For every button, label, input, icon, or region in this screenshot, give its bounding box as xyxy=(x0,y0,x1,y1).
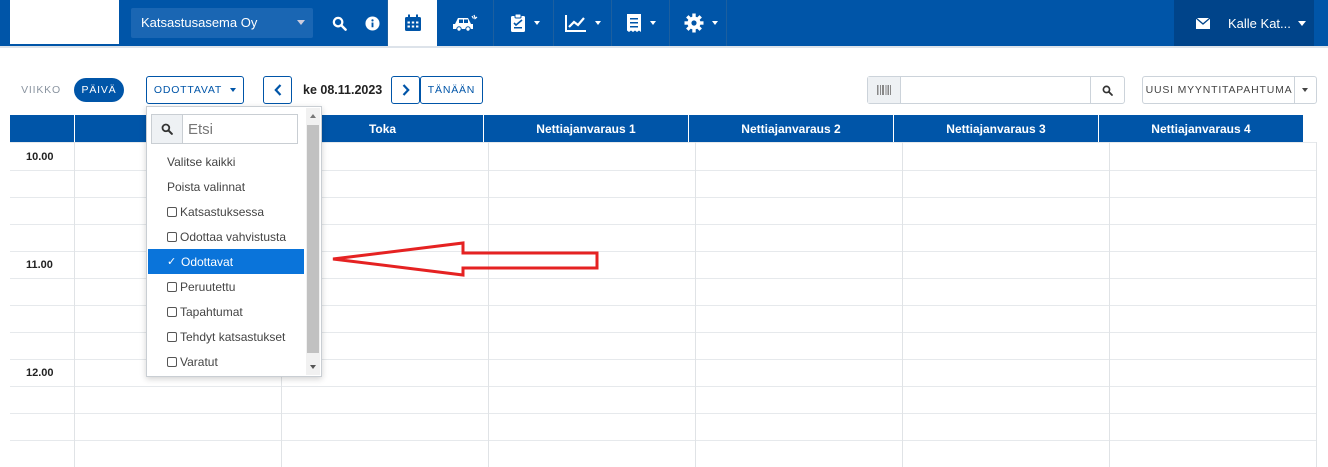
company-name: Katsastusasema Oy xyxy=(141,15,258,30)
grid-line xyxy=(695,142,696,467)
grid-line xyxy=(902,142,903,467)
time-label: 11.00 xyxy=(26,259,53,271)
gear-icon[interactable] xyxy=(676,0,726,46)
option-label: Peruutettu xyxy=(180,279,236,294)
option-label: Varatut xyxy=(180,354,218,369)
top-navbar: Katsastusasema Oy Kalle Kat... xyxy=(0,0,1328,48)
option-katsastuksessa[interactable]: Katsastuksessa xyxy=(148,199,304,224)
chevron-down-icon xyxy=(534,21,540,25)
car-icon[interactable] xyxy=(440,0,490,46)
option-peruutettu[interactable]: Peruutettu xyxy=(148,274,304,299)
column-header-nettiajanvaraus-2: Nettiajanvaraus 2 xyxy=(689,115,894,142)
column-header-nettiajanvaraus-3: Nettiajanvaraus 3 xyxy=(894,115,1099,142)
search-icon xyxy=(1102,85,1113,96)
scroll-down-icon[interactable] xyxy=(310,365,316,369)
user-name: Kalle Kat... xyxy=(1228,15,1291,31)
status-filter-label: ODOTTAVAT xyxy=(153,84,223,96)
chart-icon[interactable] xyxy=(558,0,608,46)
checkbox[interactable] xyxy=(167,281,177,292)
grid-line xyxy=(10,386,1316,387)
chevron-down-icon xyxy=(297,20,305,25)
today-button[interactable]: TÄNÄÄN xyxy=(420,76,483,104)
status-filter-dropdown: Valitse kaikki Poista valinnat Katsastuk… xyxy=(146,106,322,377)
nav-divider xyxy=(726,0,727,46)
checkmark-icon[interactable]: ✓ xyxy=(167,255,177,268)
scroll-up-icon[interactable] xyxy=(310,114,316,118)
option-label: Odottavat xyxy=(181,254,234,269)
grid-line xyxy=(1316,142,1317,467)
checkbox[interactable] xyxy=(167,306,177,317)
clipboard-icon[interactable] xyxy=(500,0,550,46)
search-icon xyxy=(152,115,183,143)
current-date: ke 08.11.2023 xyxy=(303,83,383,97)
option-tapahtumat[interactable]: Tapahtumat xyxy=(148,299,304,324)
navbar-shadow xyxy=(0,46,1328,48)
chevron-down-icon[interactable] xyxy=(1302,88,1308,92)
option-label: Tapahtumat xyxy=(180,304,243,319)
new-sale-button[interactable]: UUSI MYYNTITAPAHTUMA xyxy=(1143,77,1295,103)
dropdown-search xyxy=(151,114,298,144)
nav-divider xyxy=(553,0,554,46)
divider xyxy=(1294,77,1295,103)
time-label: 10.00 xyxy=(26,151,54,163)
select-all-label: Valitse kaikki xyxy=(167,154,236,169)
search-icon[interactable] xyxy=(326,0,352,46)
grid-line xyxy=(1109,142,1110,467)
nav-divider xyxy=(669,0,670,46)
select-all-option[interactable]: Valitse kaikki xyxy=(148,149,304,174)
status-filter-button[interactable]: ODOTTAVAT xyxy=(146,76,244,104)
option-tehdyt-katsastukset[interactable]: Tehdyt katsastukset xyxy=(148,324,304,349)
info-icon[interactable] xyxy=(360,0,384,46)
calendar-icon[interactable] xyxy=(388,0,437,46)
barcode-search-button[interactable] xyxy=(1090,77,1124,103)
scrollbar-thumb[interactable] xyxy=(307,125,319,353)
chevron-down-icon xyxy=(650,21,656,25)
option-odottaa-vahvistusta[interactable]: Odottaa vahvistusta xyxy=(148,224,304,249)
checkbox[interactable] xyxy=(167,206,177,217)
chevron-down-icon xyxy=(712,21,718,25)
grid-line xyxy=(74,142,75,467)
barcode-search xyxy=(867,76,1125,105)
chevron-left-icon xyxy=(273,84,281,96)
previous-day-button[interactable] xyxy=(263,76,292,104)
grid-line xyxy=(488,142,489,467)
option-varatut[interactable]: Varatut xyxy=(148,349,304,374)
grid-line xyxy=(10,413,1316,414)
week-view-button[interactable]: VIIKKO xyxy=(12,78,70,102)
option-label: Tehdyt katsastukset xyxy=(180,329,286,344)
nav-divider xyxy=(611,0,612,46)
day-view-button[interactable]: PÄIVÄ xyxy=(74,78,124,102)
barcode-input[interactable] xyxy=(901,77,1095,105)
column-header-nettiajanvaraus-4: Nettiajanvaraus 4 xyxy=(1099,115,1303,142)
option-odottavat[interactable]: ✓ Odottavat xyxy=(148,249,304,274)
time-label: 12.00 xyxy=(26,367,54,379)
chevron-down-icon xyxy=(1297,20,1306,26)
chevron-right-icon xyxy=(402,84,410,96)
checkbox[interactable] xyxy=(167,331,177,342)
chevron-down-icon xyxy=(595,21,601,25)
clear-all-label: Poista valinnat xyxy=(167,179,246,194)
nav-divider xyxy=(493,0,494,46)
checkbox[interactable] xyxy=(167,231,177,242)
time-column-header xyxy=(10,115,75,142)
new-sale-split-button: UUSI MYYNTITAPAHTUMA xyxy=(1142,76,1317,104)
barcode-icon[interactable] xyxy=(868,77,901,103)
grid-line xyxy=(10,440,1316,441)
next-day-button[interactable] xyxy=(391,76,420,104)
envelope-icon[interactable] xyxy=(1196,17,1210,29)
company-select[interactable]: Katsastusasema Oy xyxy=(131,8,313,38)
clear-all-option[interactable]: Poista valinnat xyxy=(148,174,304,199)
checkbox[interactable] xyxy=(167,356,177,367)
option-label: Katsastuksessa xyxy=(180,204,265,219)
receipt-icon[interactable] xyxy=(616,0,666,46)
column-header-nettiajanvaraus-1: Nettiajanvaraus 1 xyxy=(484,115,689,142)
dropdown-search-input[interactable] xyxy=(188,118,288,140)
option-label: Odottaa vahvistusta xyxy=(180,229,287,244)
user-menu[interactable]: Kalle Kat... xyxy=(1174,0,1314,46)
logo[interactable] xyxy=(10,0,119,44)
chevron-down-icon xyxy=(230,88,237,92)
